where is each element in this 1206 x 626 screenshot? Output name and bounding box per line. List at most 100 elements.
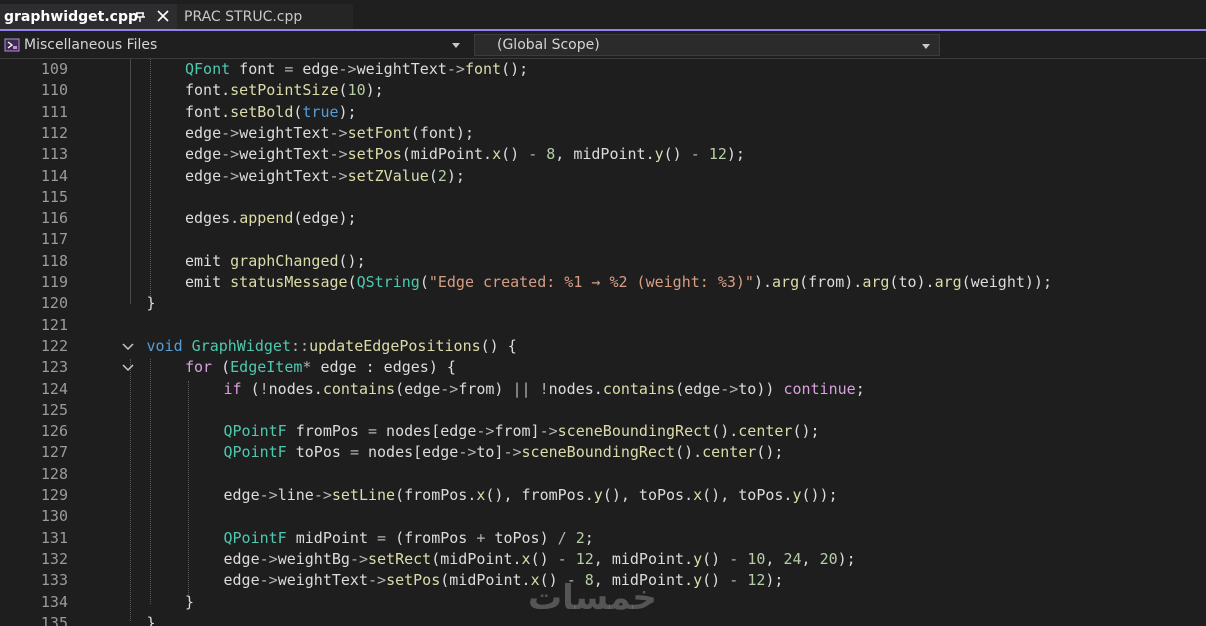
- code-line[interactable]: 113 edge->weightText->setPos(midPoint.x()…: [0, 144, 1206, 165]
- code-token: arg: [934, 273, 962, 291]
- code-token: EdgeItem: [230, 358, 303, 377]
- line-number: 122: [40, 336, 68, 355]
- code-token: (midPoint.: [401, 145, 493, 164]
- code-line[interactable]: 120}: [0, 293, 1206, 314]
- code-token: y: [693, 549, 703, 568]
- code-token: (edge: [675, 379, 721, 398]
- code-line[interactable]: 110 font.setPointSize(10);: [0, 80, 1206, 101]
- code-token: ->: [368, 571, 387, 590]
- code-text: emit statusMessage(QString("Edge created…: [185, 272, 1052, 293]
- code-token: font.: [185, 81, 231, 100]
- code-token: 12: [575, 549, 594, 568]
- code-line[interactable]: 109 QFont font = edge->weightText->font()…: [0, 59, 1206, 80]
- code-text: edge->weightText->setFont(font);: [185, 123, 474, 144]
- code-token: ->: [440, 379, 459, 398]
- code-token: nodes.: [268, 379, 323, 398]
- tab-graphwidget[interactable]: graphwidget.cpp: [0, 4, 177, 29]
- code-text: edge->weightText->setZValue(2);: [185, 166, 465, 187]
- close-icon[interactable]: [156, 9, 170, 23]
- code-line[interactable]: 128: [0, 464, 1206, 485]
- code-line[interactable]: 116 edges.append(edge);: [0, 208, 1206, 229]
- code-token: );: [837, 549, 856, 568]
- tab-prac-struc[interactable]: PRAC STRUC.cpp: [177, 4, 353, 29]
- code-line[interactable]: 121: [0, 315, 1206, 336]
- code-token: ->: [313, 486, 332, 504]
- code-token: to)): [738, 379, 784, 398]
- code-line[interactable]: 115: [0, 187, 1206, 208]
- code-token: ->: [720, 379, 739, 398]
- code-line[interactable]: 118 emit graphChanged();: [0, 251, 1206, 272]
- line-number: 112: [40, 123, 68, 142]
- code-line[interactable]: 130: [0, 506, 1206, 527]
- code-line[interactable]: 132 edge->weightBg->setRect(midPoint.x() …: [0, 549, 1206, 570]
- code-token: , midPoint.: [555, 145, 655, 164]
- pin-icon[interactable]: [133, 8, 147, 24]
- code-line[interactable]: 124 if (!nodes.contains(edge->from) || !n…: [0, 379, 1206, 400]
- code-line[interactable]: 114 edge->weightText->setZValue(2);: [0, 166, 1206, 187]
- code-token: ->: [476, 422, 495, 441]
- code-token: toPos): [485, 528, 558, 547]
- code-line[interactable]: 125: [0, 400, 1206, 421]
- code-token: (from).: [799, 273, 863, 291]
- code-token: (): [663, 145, 691, 164]
- code-token: QPointF: [223, 422, 287, 441]
- code-line[interactable]: 123 for (EdgeItem* edge : edges) {: [0, 357, 1206, 378]
- code-token: weightText: [356, 60, 447, 78]
- code-token: void: [146, 336, 183, 355]
- code-line[interactable]: 119 emit statusMessage(QString("Edge crea…: [0, 272, 1206, 293]
- code-token: !: [259, 379, 269, 398]
- code-token: GraphWidget: [191, 336, 291, 355]
- code-token: ::: [291, 336, 310, 355]
- code-token: =: [377, 528, 387, 547]
- code-editor[interactable]: 109 QFont font = edge->weightText->font()…: [0, 59, 1206, 626]
- code-token: 8: [546, 145, 556, 164]
- collapse-chevron-icon[interactable]: [122, 363, 134, 372]
- code-token: y: [654, 145, 664, 164]
- code-token: ->: [221, 145, 240, 164]
- code-token: setPos: [347, 145, 402, 164]
- code-token: center: [702, 443, 757, 462]
- tab-label: graphwidget.cpp: [4, 8, 138, 25]
- chevron-down-icon: [922, 44, 930, 49]
- code-token: (edge);: [293, 209, 357, 228]
- code-line[interactable]: 112 edge->weightText->setFont(font);: [0, 123, 1206, 144]
- code-line[interactable]: 122 void GraphWidget::updateEdgePositions…: [0, 336, 1206, 357]
- project-dropdown[interactable]: Miscellaneous Files: [0, 34, 469, 56]
- code-token: ,: [765, 549, 784, 568]
- code-token: );: [365, 81, 384, 100]
- code-line[interactable]: 126 QPointF fromPos = nodes[edge->from]->…: [0, 421, 1206, 442]
- code-token: 10: [747, 549, 766, 568]
- code-token: updateEdgePositions: [309, 336, 481, 355]
- code-line[interactable]: 129 edge->line->setLine(fromPos.x(), from…: [0, 485, 1206, 506]
- code-token: (), fromPos.: [485, 486, 594, 504]
- code-token: );: [726, 145, 745, 164]
- code-token: append: [239, 209, 294, 228]
- code-token: (midPoint.: [431, 549, 522, 568]
- code-line[interactable]: 111 font.setBold(true);: [0, 102, 1206, 123]
- code-token: -: [528, 145, 538, 164]
- code-token: (: [419, 273, 429, 291]
- code-token: =: [368, 422, 378, 441]
- code-token: (): [530, 549, 558, 568]
- code-token: ->: [539, 422, 558, 441]
- code-token: ();: [501, 60, 529, 78]
- collapse-chevron-icon[interactable]: [122, 342, 134, 351]
- line-number: 120: [40, 294, 68, 313]
- code-token: }: [146, 613, 156, 626]
- code-line[interactable]: 117: [0, 229, 1206, 250]
- code-text: emit graphChanged();: [185, 251, 366, 272]
- code-token: -: [729, 549, 739, 568]
- code-line[interactable]: 131 QPointF midPoint = (fromPos + toPos) …: [0, 528, 1206, 549]
- code-token: -: [729, 571, 739, 590]
- line-number: 114: [40, 166, 68, 185]
- code-token: =: [349, 443, 359, 462]
- code-token: weightText: [239, 166, 330, 185]
- code-token: font: [230, 60, 285, 78]
- code-token: y: [593, 486, 603, 504]
- code-line[interactable]: 127 QPointF toPos = nodes[edge->to]->scen…: [0, 442, 1206, 463]
- project-dropdown-label: Miscellaneous Files: [24, 37, 158, 53]
- code-token: /: [557, 528, 567, 547]
- scope-dropdown[interactable]: (Global Scope): [474, 34, 940, 56]
